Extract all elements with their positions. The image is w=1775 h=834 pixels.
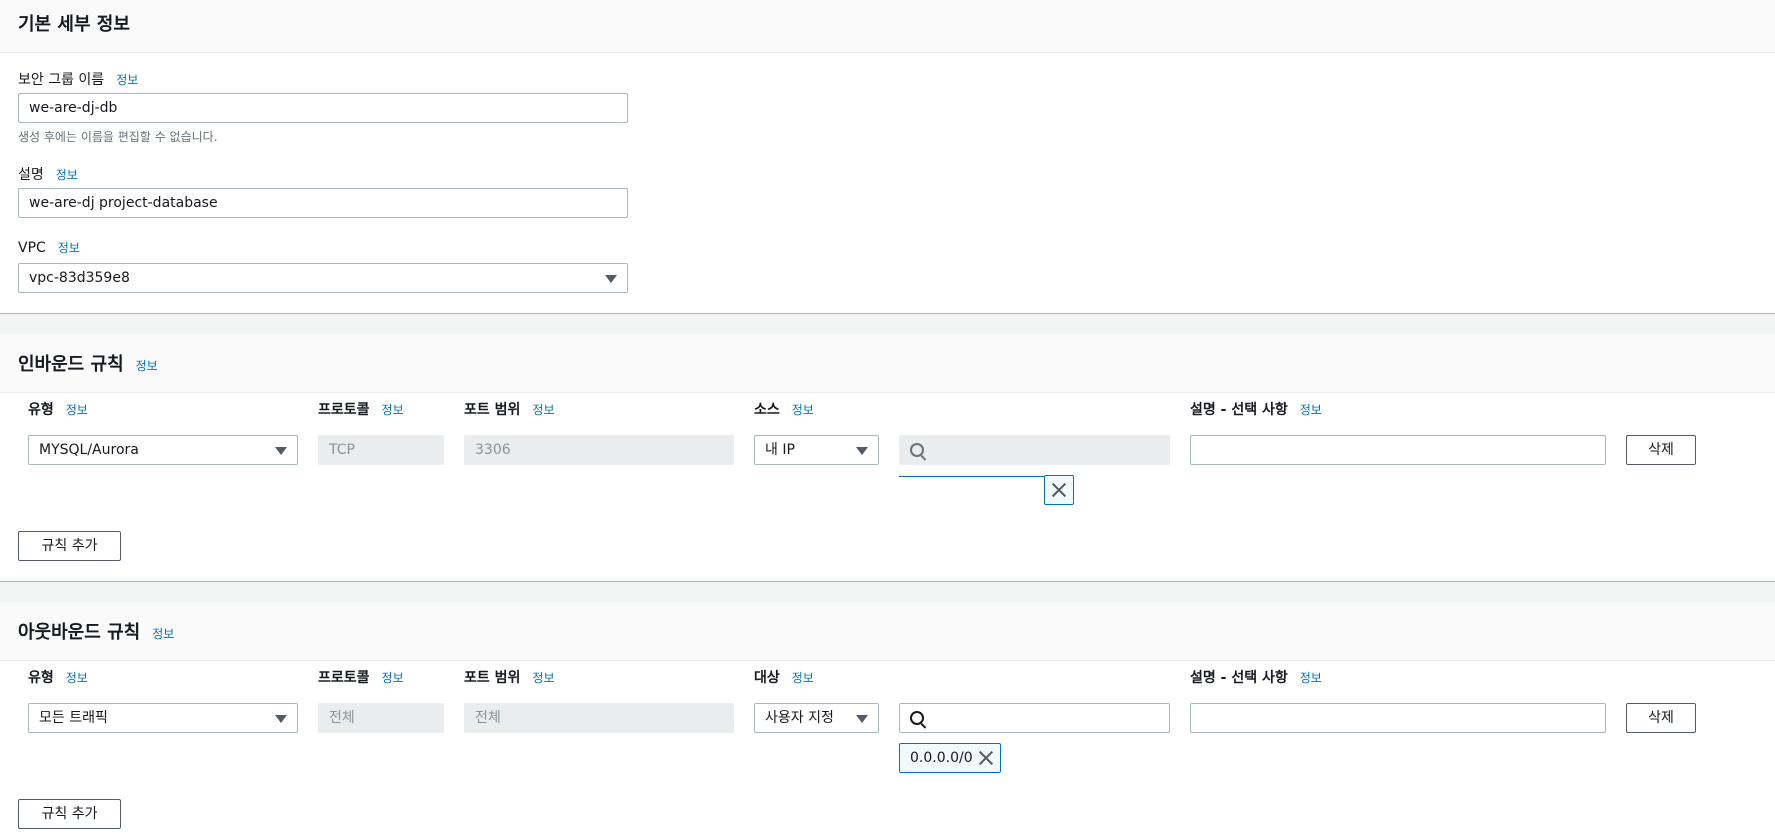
outbound-port-field: 전체 [464,703,734,733]
inbound-source-select[interactable]: 내 IP [754,435,879,465]
basic-details-header: 기본 세부 정보 [0,0,1775,53]
inbound-col-source: 소스 정보 [754,402,814,418]
outbound-type-select[interactable]: 모든 트래픽 [28,703,298,733]
inbound-token-underline [899,476,1044,477]
outbound-desc-input[interactable] [1190,703,1606,733]
info-link[interactable]: 정보 [136,359,158,373]
inbound-port-field: 3306 [464,435,734,465]
info-link[interactable]: 정보 [792,403,814,417]
inbound-type-select[interactable]: MYSQL/Aurora [28,435,298,465]
inbound-token-remove-button[interactable] [1044,475,1074,505]
info-link[interactable]: 정보 [382,403,404,417]
info-link[interactable]: 정보 [382,671,404,685]
outbound-dest-search[interactable] [899,703,1170,733]
outbound-cidr-token: 0.0.0.0/0 [899,743,1001,773]
close-icon[interactable] [978,750,994,766]
info-link[interactable]: 정보 [66,671,88,685]
outbound-protocol-field: 전체 [318,703,444,733]
inbound-col-type: 유형 정보 [28,402,88,418]
caret-down-icon [605,275,617,283]
outbound-col-desc: 설명 - 선택 사항 정보 [1190,670,1322,686]
close-icon [1051,482,1067,498]
outbound-dest-select[interactable]: 사용자 지정 [754,703,879,733]
inbound-title: 인바운드 규칙 정보 [18,354,158,375]
caret-down-icon [275,447,287,455]
info-link[interactable]: 정보 [1300,671,1322,685]
inbound-source-search[interactable] [899,435,1170,465]
sg-name-label: 보안 그룹 이름 정보 [18,72,139,88]
inbound-col-port: 포트 범위 정보 [464,402,555,418]
info-link[interactable]: 정보 [58,241,80,255]
caret-down-icon [275,715,287,723]
inbound-delete-button[interactable]: 삭제 [1626,435,1696,465]
outbound-col-port: 포트 범위 정보 [464,670,555,686]
sg-name-input[interactable]: we-are-dj-db [18,93,628,123]
outbound-col-type: 유형 정보 [28,670,88,686]
vpc-label: VPC 정보 [18,240,80,256]
inbound-col-protocol: 프로토콜 정보 [318,402,404,418]
inbound-header: 인바운드 규칙 정보 [0,334,1775,393]
basic-details-title: 기본 세부 정보 [18,14,130,35]
info-link[interactable]: 정보 [116,73,138,87]
outbound-col-protocol: 프로토콜 정보 [318,670,404,686]
info-link[interactable]: 정보 [532,671,554,685]
info-link[interactable]: 정보 [1300,403,1322,417]
search-icon [910,711,924,725]
inbound-col-desc: 설명 - 선택 사항 정보 [1190,402,1322,418]
inbound-add-rule-button[interactable]: 규칙 추가 [18,531,121,561]
sg-name-hint: 생성 후에는 이름을 편집할 수 없습니다. [18,130,218,144]
info-link[interactable]: 정보 [792,671,814,685]
outbound-title: 아웃바운드 규칙 정보 [18,622,175,643]
inbound-desc-input[interactable] [1190,435,1606,465]
info-link[interactable]: 정보 [56,168,78,182]
outbound-header: 아웃바운드 규칙 정보 [0,602,1775,661]
outbound-col-dest: 대상 정보 [754,670,814,686]
sg-desc-input[interactable]: we-are-dj project-database [18,188,628,218]
info-link[interactable]: 정보 [532,403,554,417]
info-link[interactable]: 정보 [66,403,88,417]
caret-down-icon [856,715,868,723]
outbound-delete-button[interactable]: 삭제 [1626,703,1696,733]
outbound-add-rule-button[interactable]: 규칙 추가 [18,799,121,829]
sg-desc-label: 설명 정보 [18,167,78,183]
section-divider [0,313,1775,334]
info-link[interactable]: 정보 [152,627,174,641]
vpc-select[interactable]: vpc-83d359e8 [18,263,628,293]
caret-down-icon [856,447,868,455]
inbound-protocol-field: TCP [318,435,444,465]
search-icon [910,443,924,457]
section-divider [0,581,1775,602]
